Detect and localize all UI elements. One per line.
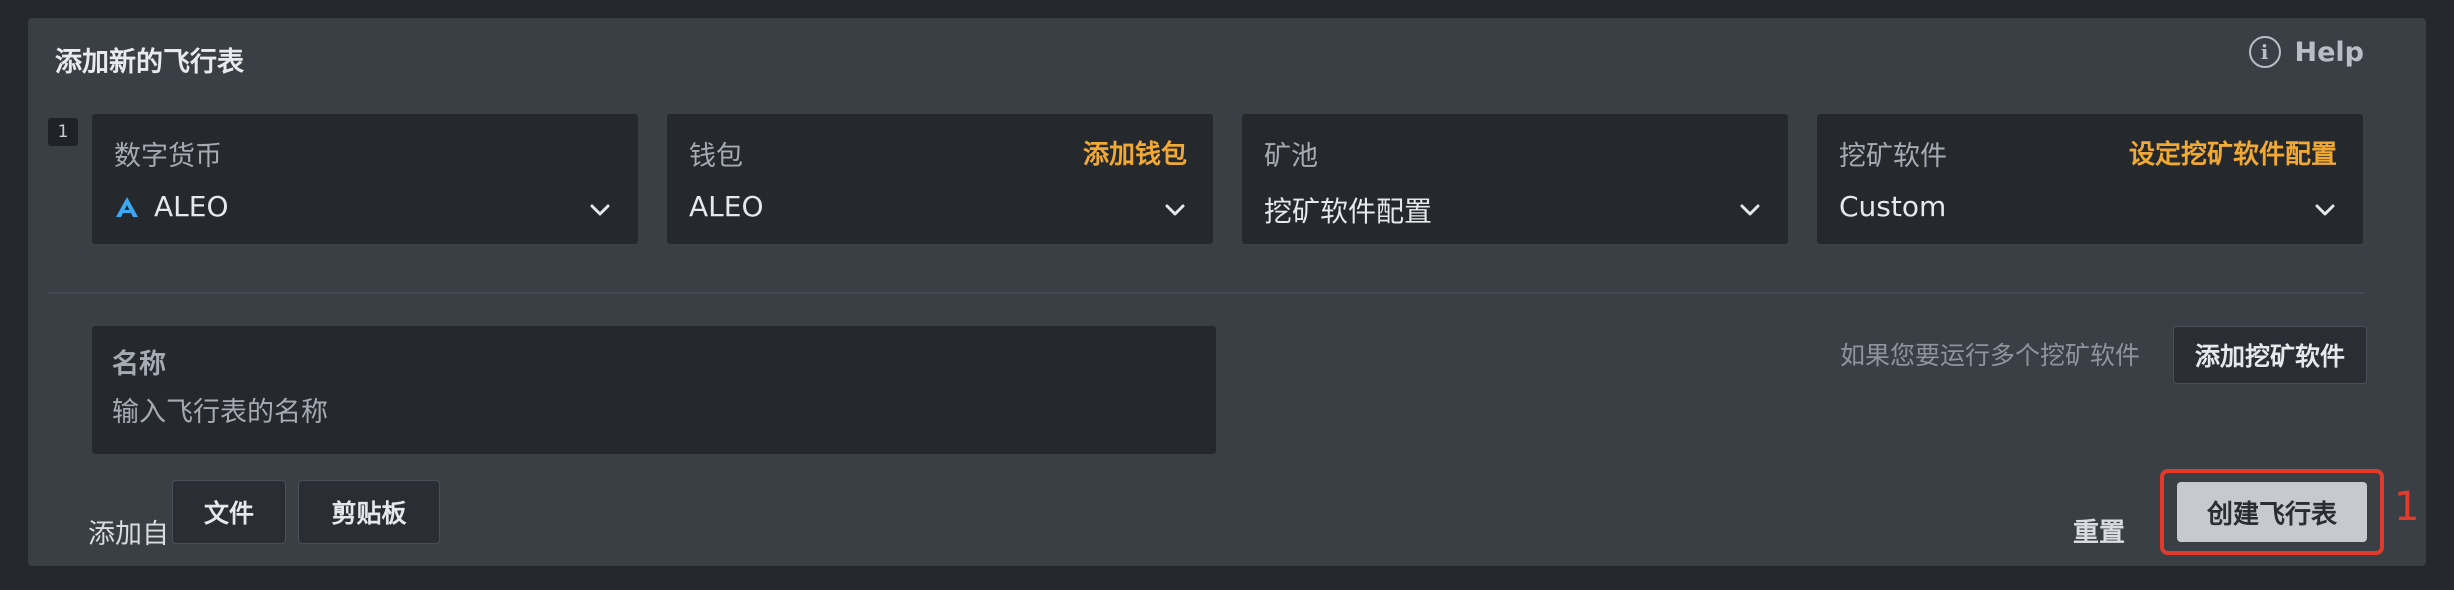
clipboard-button[interactable]: 剪贴板: [298, 480, 440, 544]
file-button[interactable]: 文件: [172, 480, 286, 544]
name-field: 名称: [92, 326, 1216, 454]
name-input[interactable]: [112, 392, 1172, 432]
name-label: 名称: [112, 349, 166, 380]
row-number-badge: 1: [48, 118, 78, 146]
coin-value: ALEO: [114, 190, 228, 223]
pool-value: 挖矿软件配置: [1264, 195, 1433, 228]
panel-title: 添加新的飞行表: [55, 47, 244, 78]
help-label: Help: [2294, 36, 2365, 68]
miner-label: 挖矿软件: [1839, 141, 1947, 172]
wallet-label: 钱包: [689, 141, 743, 172]
chevron-down-icon: [1165, 204, 1185, 216]
add-from-label: 添加自: [88, 519, 169, 550]
pool-label: 矿池: [1264, 141, 1318, 172]
reset-button[interactable]: 重置: [2073, 512, 2125, 549]
coin-value-text: ALEO: [154, 190, 229, 223]
setup-miner-config-link[interactable]: 设定挖矿软件配置: [2129, 134, 2337, 171]
miner-value: Custom: [1839, 190, 1947, 223]
step-callout: 1: [2394, 484, 2420, 530]
pool-select[interactable]: 矿池 挖矿软件配置: [1242, 114, 1788, 244]
chevron-down-icon: [1740, 204, 1760, 216]
multi-miner-hint: 如果您要运行多个挖矿软件: [1840, 341, 2141, 370]
wallet-value: ALEO: [689, 190, 764, 223]
add-miner-button[interactable]: 添加挖矿软件: [2173, 326, 2367, 384]
info-circle-icon: i: [2248, 36, 2281, 68]
wallet-select[interactable]: 钱包 添加钱包 ALEO: [667, 114, 1213, 244]
chevron-down-icon: [590, 204, 610, 216]
miner-select[interactable]: 挖矿软件 设定挖矿软件配置 Custom: [1817, 114, 2363, 244]
chevron-down-icon: [2315, 204, 2335, 216]
coin-select[interactable]: 数字货币 ALEO: [92, 114, 638, 244]
help-button[interactable]: i Help: [2248, 36, 2365, 68]
coin-label: 数字货币: [114, 141, 222, 172]
add-wallet-link[interactable]: 添加钱包: [1083, 134, 1187, 171]
aleo-logo-icon: [116, 196, 138, 217]
section-divider: [48, 292, 2364, 294]
create-flight-sheet-button[interactable]: 创建飞行表: [2177, 482, 2367, 542]
new-flight-sheet-panel: 添加新的飞行表 i Help 1 数字货币 ALEO 钱包 添加钱包 ALEO …: [28, 18, 2426, 566]
